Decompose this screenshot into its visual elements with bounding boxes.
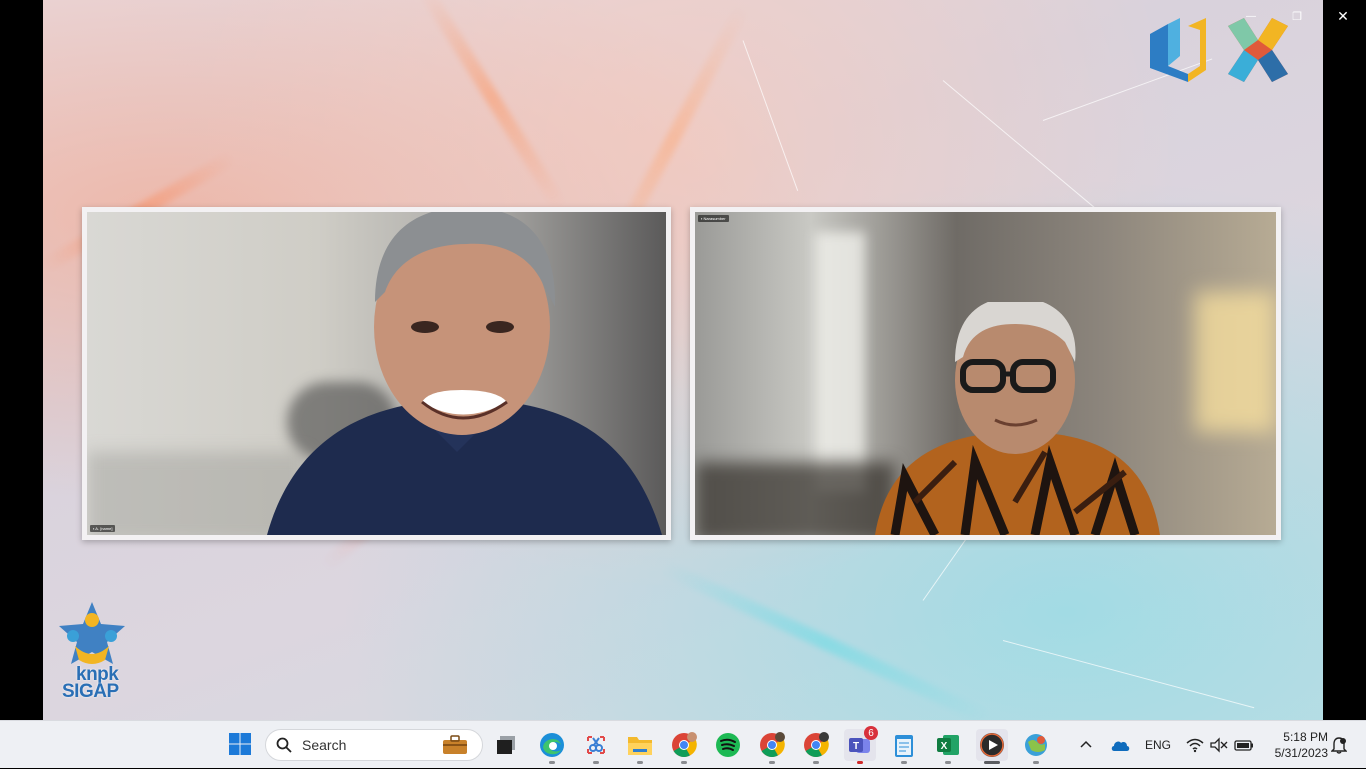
participant-avatar (267, 212, 662, 535)
show-hidden-icons[interactable] (1078, 721, 1094, 769)
edge-app[interactable] (536, 729, 568, 764)
taskbar-search[interactable]: Search (265, 729, 483, 761)
close-icon[interactable]: ✕ (1320, 0, 1366, 32)
notepad-icon (895, 735, 913, 757)
start-button[interactable] (226, 730, 254, 758)
notification-center[interactable] (1331, 721, 1347, 769)
chrome-icon (804, 732, 829, 758)
clock[interactable]: 5:18 PM 5/31/2023 (1262, 729, 1328, 761)
network-volume-battery[interactable] (1186, 721, 1254, 769)
file-explorer-app[interactable] (624, 729, 656, 764)
chrome-icon (760, 732, 785, 758)
excel-app[interactable]: X (932, 729, 964, 764)
chrome-icon (672, 732, 697, 758)
onedrive-icon (1111, 741, 1130, 751)
folder-icon (628, 737, 652, 755)
participant-name-tag: ▪ A. [name] (90, 525, 116, 532)
wifi-icon (1186, 738, 1204, 753)
snipping-tool-app[interactable] (580, 729, 612, 764)
svg-text:X: X (941, 741, 948, 752)
participant-tile-1[interactable]: ▪ A. [name] (82, 207, 671, 540)
volume-muted-icon (1210, 737, 1228, 753)
clock-date: 5/31/2023 (1274, 746, 1328, 760)
teams-badge: 6 (864, 726, 878, 740)
participant-avatar (875, 302, 1160, 535)
search-icon (276, 737, 292, 753)
task-view-button[interactable] (490, 729, 522, 761)
media-player-app[interactable] (976, 729, 1008, 764)
taskbar: Search T 6 X ENG 5:18 PM 5/31/2023 (0, 720, 1366, 768)
spotify-icon (716, 733, 740, 757)
snipping-tool-icon (587, 736, 605, 754)
chrome-app-2[interactable] (756, 729, 788, 764)
edge-icon (540, 733, 564, 757)
battery-icon (1234, 740, 1253, 751)
spotify-app[interactable] (712, 729, 744, 761)
event-logo (1150, 18, 1288, 82)
search-highlight-icon (443, 735, 467, 754)
participant-tile-2[interactable]: ▪ Narasumber (690, 207, 1281, 540)
clock-time: 5:18 PM (1283, 730, 1328, 744)
onedrive-tray[interactable] (1110, 721, 1130, 769)
teams-app[interactable]: T 6 (844, 726, 878, 764)
chrome-app-3[interactable] (800, 729, 832, 764)
chrome-app-1[interactable] (668, 729, 700, 764)
notepad-app[interactable] (888, 729, 920, 764)
chevron-up-icon (1080, 740, 1092, 748)
windows-icon (229, 733, 251, 755)
video-feed: ▪ A. [name] (87, 212, 666, 535)
task-view-icon (497, 736, 515, 754)
maps-app[interactable] (1020, 729, 1052, 764)
knpk-sigap-logo-text: knpk SIGAP (62, 665, 119, 702)
video-feed: ▪ Narasumber (695, 212, 1276, 535)
svg-text:T: T (853, 741, 859, 752)
notification-bell-icon (1331, 737, 1347, 754)
media-player-icon (980, 733, 1004, 757)
language-indicator[interactable]: ENG (1145, 721, 1171, 769)
participant-name-tag: ▪ Narasumber (698, 215, 729, 222)
excel-icon: X (937, 735, 959, 755)
search-label: Search (302, 737, 347, 753)
language-label: ENG (1145, 738, 1172, 752)
logo-line-2: SIGAP (62, 681, 119, 702)
meeting-stage: — ❐ ✕ ▪ A. [name] ▪ Narasumber knpk SIGA… (0, 0, 1366, 720)
maps-icon (1025, 734, 1047, 756)
